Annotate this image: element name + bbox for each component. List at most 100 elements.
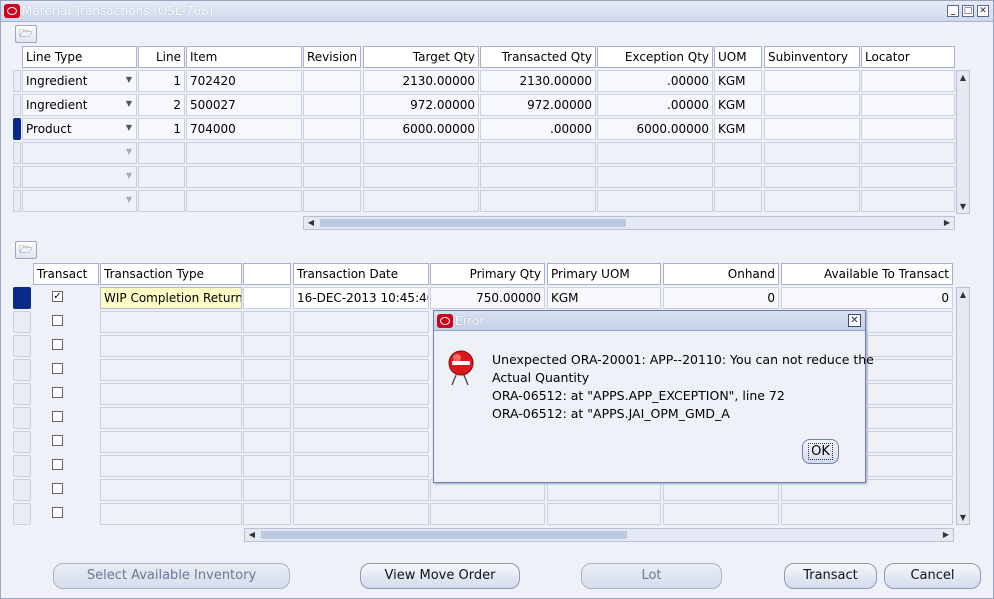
cancel-button[interactable]: Cancel xyxy=(884,563,981,589)
row-indicator-active[interactable] xyxy=(13,287,31,309)
row-indicator-active[interactable] xyxy=(13,118,21,140)
transaction-date-field[interactable] xyxy=(293,407,429,429)
transaction-type-field[interactable] xyxy=(100,311,242,333)
row-indicator[interactable] xyxy=(13,503,31,525)
line-field[interactable]: 2 xyxy=(138,94,185,116)
primary-qty-field[interactable]: 750.00000 xyxy=(430,287,545,309)
ok-button[interactable]: OK xyxy=(802,439,839,464)
transact-checkbox[interactable]: ✓ xyxy=(52,291,63,302)
subinventory-field[interactable] xyxy=(764,142,860,164)
revision-field[interactable] xyxy=(303,94,361,116)
transacted-qty-field[interactable] xyxy=(480,142,596,164)
line-field[interactable] xyxy=(138,142,185,164)
maximize-icon[interactable]: □ xyxy=(962,5,974,17)
extra-field[interactable] xyxy=(243,287,291,309)
horizontal-scrollbar[interactable]: ◀ ▶ xyxy=(244,528,954,542)
transaction-type-field[interactable] xyxy=(100,407,242,429)
vertical-scrollbar[interactable]: ▲ ▼ xyxy=(956,287,970,525)
scroll-down-icon[interactable]: ▼ xyxy=(957,202,969,211)
transaction-date-field[interactable] xyxy=(293,503,429,525)
transaction-type-field[interactable] xyxy=(100,335,242,357)
available-to-transact-field[interactable] xyxy=(867,431,953,453)
line-type-select[interactable]: Product ▼ xyxy=(22,118,137,140)
onhand-field[interactable]: 0 xyxy=(663,287,779,309)
uom-field[interactable] xyxy=(714,190,762,212)
available-to-transact-field[interactable] xyxy=(781,503,953,525)
transaction-type-field[interactable] xyxy=(100,431,242,453)
uom-field[interactable]: KGM xyxy=(714,94,762,116)
extra-field[interactable] xyxy=(243,479,291,501)
item-field[interactable]: 702420 xyxy=(186,70,302,92)
transaction-date-field[interactable] xyxy=(293,335,429,357)
row-indicator[interactable] xyxy=(13,455,31,477)
scroll-right-icon[interactable]: ▶ xyxy=(941,218,953,227)
primary-uom-field[interactable] xyxy=(547,503,661,525)
item-field[interactable] xyxy=(186,142,302,164)
transaction-type-field[interactable]: WIP Completion Return xyxy=(100,287,242,309)
transaction-type-field[interactable] xyxy=(100,383,242,405)
line-type-select[interactable]: ▼ xyxy=(22,142,137,164)
transact-checkbox[interactable] xyxy=(52,411,63,422)
transaction-type-field[interactable] xyxy=(100,359,242,381)
row-indicator[interactable] xyxy=(13,383,31,405)
target-qty-field[interactable]: 2130.00000 xyxy=(363,70,479,92)
revision-field[interactable] xyxy=(303,142,361,164)
transact-checkbox[interactable] xyxy=(52,483,63,494)
row-indicator[interactable] xyxy=(13,335,31,357)
item-field[interactable]: 500027 xyxy=(186,94,302,116)
transaction-type-field[interactable] xyxy=(100,479,242,501)
row-indicator[interactable] xyxy=(13,407,31,429)
folder-open-icon[interactable]: 🗁 xyxy=(15,25,37,43)
transact-checkbox[interactable] xyxy=(52,435,63,446)
transacted-qty-field[interactable] xyxy=(480,190,596,212)
transact-checkbox[interactable] xyxy=(52,363,63,374)
available-to-transact-field[interactable] xyxy=(867,383,953,405)
locator-field[interactable] xyxy=(861,70,955,92)
extra-field[interactable] xyxy=(243,359,291,381)
line-field[interactable]: 1 xyxy=(138,70,185,92)
scroll-up-icon[interactable]: ▲ xyxy=(957,290,969,299)
onhand-field[interactable] xyxy=(663,503,779,525)
exception-qty-field[interactable]: .00000 xyxy=(597,94,713,116)
revision-field[interactable] xyxy=(303,118,361,140)
transact-checkbox[interactable] xyxy=(52,315,63,326)
exception-qty-field[interactable] xyxy=(597,142,713,164)
scroll-right-icon[interactable]: ▶ xyxy=(940,530,952,539)
chevron-down-icon[interactable]: ▼ xyxy=(126,171,132,180)
folder-open-icon[interactable]: 🗁 xyxy=(15,241,37,259)
revision-field[interactable] xyxy=(303,70,361,92)
extra-field[interactable] xyxy=(243,431,291,453)
available-to-transact-field[interactable] xyxy=(863,311,953,333)
row-indicator[interactable] xyxy=(13,311,31,333)
available-to-transact-field[interactable] xyxy=(867,407,953,429)
chevron-down-icon[interactable]: ▼ xyxy=(126,75,132,84)
subinventory-field[interactable] xyxy=(764,94,860,116)
close-icon[interactable]: ✕ xyxy=(977,5,989,17)
available-to-transact-field[interactable] xyxy=(867,359,953,381)
transaction-date-field[interactable] xyxy=(293,359,429,381)
target-qty-field[interactable]: 972.00000 xyxy=(363,94,479,116)
transaction-date-field[interactable]: 16-DEC-2013 10:45:40 xyxy=(293,287,429,309)
transact-checkbox[interactable] xyxy=(52,459,63,470)
line-field[interactable]: 1 xyxy=(138,118,185,140)
transaction-date-field[interactable] xyxy=(293,431,429,453)
transaction-type-field[interactable] xyxy=(100,503,242,525)
uom-field[interactable]: KGM xyxy=(714,118,762,140)
available-to-transact-field[interactable] xyxy=(867,455,953,477)
revision-field[interactable] xyxy=(303,166,361,188)
available-to-transact-field[interactable]: 0 xyxy=(781,287,953,309)
line-type-select[interactable]: Ingredient ▼ xyxy=(22,94,137,116)
uom-field[interactable] xyxy=(714,142,762,164)
chevron-down-icon[interactable]: ▼ xyxy=(126,99,132,108)
transaction-date-field[interactable] xyxy=(293,455,429,477)
item-field[interactable] xyxy=(186,190,302,212)
row-indicator[interactable] xyxy=(13,142,21,164)
view-move-order-button[interactable]: View Move Order xyxy=(360,563,520,589)
locator-field[interactable] xyxy=(861,190,955,212)
line-field[interactable] xyxy=(138,166,185,188)
transaction-date-field[interactable] xyxy=(293,479,429,501)
transaction-date-field[interactable] xyxy=(293,383,429,405)
row-indicator[interactable] xyxy=(13,190,21,212)
locator-field[interactable] xyxy=(861,166,955,188)
row-indicator[interactable] xyxy=(13,70,21,92)
